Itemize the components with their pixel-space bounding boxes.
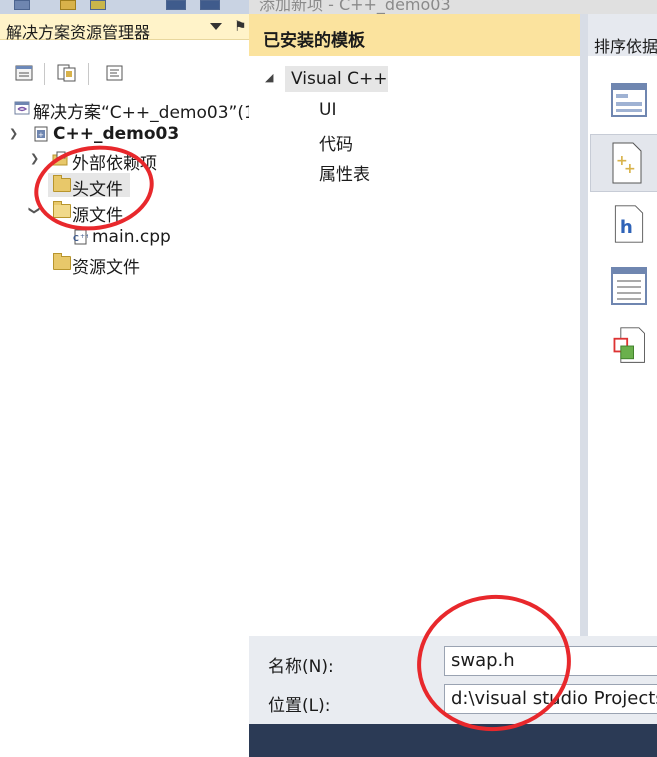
name-label: 名称(N): (268, 657, 334, 677)
location-label: 位置(L): (268, 696, 331, 716)
toolbar-icon[interactable] (14, 0, 30, 10)
svg-text:++: ++ (80, 233, 88, 240)
folder-open-icon (53, 201, 71, 218)
tree-item-external-deps[interactable]: ❯ 外部依赖项 (0, 147, 249, 174)
folder-icon (53, 253, 71, 270)
svg-text:h: h (620, 217, 633, 238)
tree-item-project[interactable]: ❯ + C++_demo03 (0, 122, 249, 146)
template-category-ui[interactable]: UI (319, 100, 336, 120)
dialog-title: 添加新项 - C++_demo03 (259, 0, 451, 14)
template-category-code[interactable]: 代码 (319, 130, 353, 155)
toolbar-icon[interactable] (166, 0, 186, 10)
template-category-label: Visual C++ (291, 69, 388, 89)
dropdown-arrow-icon[interactable] (210, 23, 222, 30)
solution-explorer-titlebar: 解决方案资源管理器 ⚑ (0, 14, 249, 42)
template-item-selected[interactable]: + + (590, 134, 657, 192)
tree-item-label: 头文件 (72, 180, 123, 200)
sort-bar: 排序依据 (588, 14, 657, 56)
template-category-property-sheets[interactable]: 属性表 (319, 160, 370, 185)
svg-text:C: C (73, 234, 79, 243)
location-input[interactable]: d:\visual studio Projects\ (444, 684, 657, 714)
template-list: 排序依据 + + h (588, 14, 657, 636)
main-toolbar-strip (0, 0, 249, 15)
dialog-footer-bar (249, 724, 657, 757)
name-input[interactable]: swap.h (444, 646, 657, 676)
project-label: C++_demo03 (53, 124, 180, 144)
cpp-file-icon: C ++ (73, 229, 88, 245)
cpp-project-icon: + (34, 126, 48, 142)
svg-text:+: + (38, 131, 44, 139)
expanded-chevron-icon[interactable]: ❯ (9, 127, 18, 140)
cpp-file-template-icon: + + (612, 142, 642, 184)
expanded-chevron-icon[interactable]: ❯ (28, 206, 41, 215)
toolbar-divider (88, 63, 89, 85)
template-category-tree: ◢ Visual C++ UI 代码 属性表 (249, 56, 580, 636)
collapsed-chevron-icon[interactable]: ❯ (30, 152, 39, 165)
template-category-visual-cpp[interactable]: Visual C++ (285, 66, 388, 92)
tree-item-main-cpp[interactable]: C ++ main.cpp (0, 225, 249, 249)
external-dependencies-icon (52, 151, 68, 166)
svg-text:+: + (624, 161, 636, 177)
dialog-bottom-fields: 名称(N): swap.h 位置(L): d:\visual studio Pr… (249, 636, 657, 724)
toolbar-icon[interactable] (60, 0, 76, 10)
view-code-icon[interactable] (104, 63, 126, 83)
tree-item-label: 源文件 (72, 206, 123, 226)
tree-item-solution[interactable]: 解决方案“C++_demo03”(1 (0, 96, 255, 123)
toolbar-divider (44, 63, 45, 85)
tree-item-label: 外部依赖项 (72, 154, 157, 174)
tree-item-resource-files[interactable]: 资源文件 (0, 251, 249, 278)
sort-by-label[interactable]: 排序依据 (594, 33, 657, 57)
tree-item-label: 资源文件 (72, 258, 140, 278)
show-all-files-icon[interactable] (56, 63, 78, 83)
resource-template-icon[interactable] (610, 266, 648, 306)
header-file-template-icon[interactable]: h (610, 204, 648, 244)
folder-icon (53, 175, 71, 192)
solution-explorer-title: 解决方案资源管理器 (6, 23, 151, 42)
solution-explorer-toolbar (0, 57, 249, 91)
tree-item-source-files[interactable]: ❯ 源文件 (0, 199, 249, 226)
toolbar-icon[interactable] (200, 0, 220, 10)
expanded-triangle-icon[interactable]: ◢ (265, 71, 273, 84)
tree-item-header-files[interactable]: 头文件 (48, 173, 130, 200)
add-new-item-dialog: 添加新项 - C++_demo03 已安装的模板 ◢ Visual C++ UI… (249, 0, 657, 757)
installed-templates-label: 已安装的模板 (263, 31, 365, 51)
windows-form-template-icon[interactable] (610, 80, 648, 120)
installed-templates-header: 已安装的模板 (249, 14, 580, 56)
solution-icon (14, 101, 30, 115)
properties-icon[interactable] (14, 63, 36, 83)
property-sheet-template-icon[interactable] (610, 326, 648, 366)
toolbar-icon[interactable] (90, 0, 106, 10)
dialog-titlebar: 添加新项 - C++_demo03 (249, 0, 657, 14)
solution-label: 解决方案“C++_demo03”(1 (33, 103, 255, 123)
tree-item-label: main.cpp (92, 227, 171, 247)
pin-icon[interactable]: ⚑ (234, 19, 247, 35)
pane-separator (580, 14, 588, 636)
